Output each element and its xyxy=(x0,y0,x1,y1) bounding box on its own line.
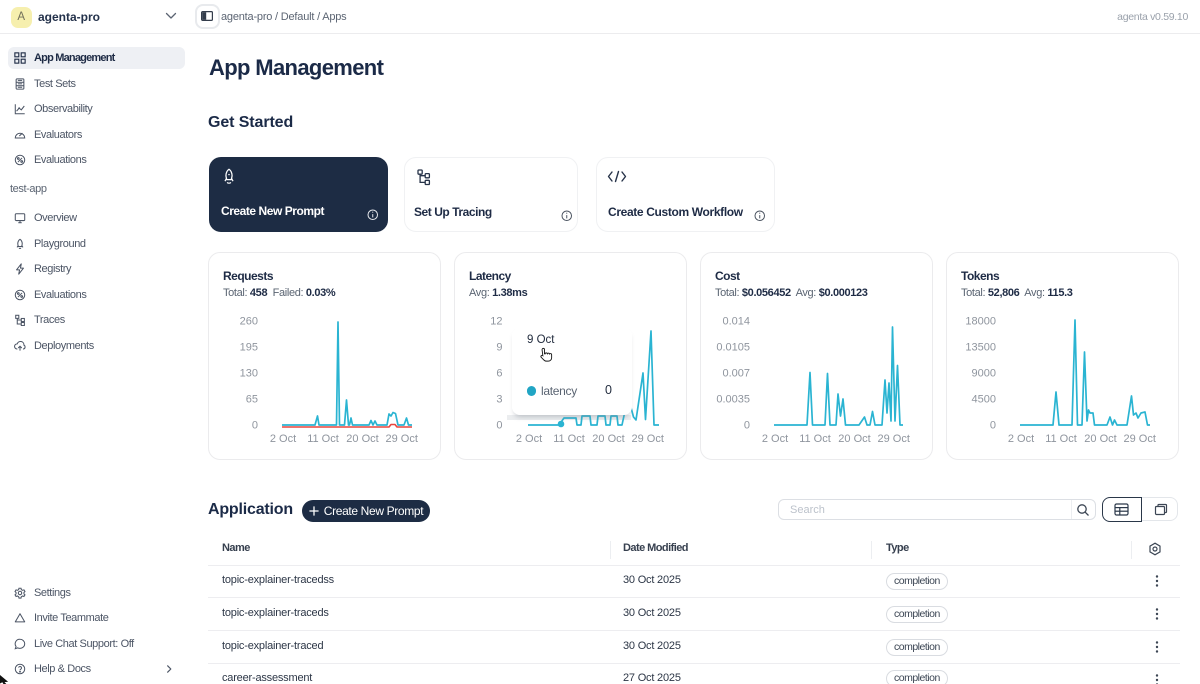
svg-text:2 Oct: 2 Oct xyxy=(516,433,542,445)
svg-text:130: 130 xyxy=(240,368,258,380)
svg-text:0.007: 0.007 xyxy=(722,368,750,380)
svg-text:6: 6 xyxy=(496,368,502,380)
svg-text:29 Oct: 29 Oct xyxy=(385,433,417,445)
svg-text:20 Oct: 20 Oct xyxy=(592,433,624,445)
svg-text:2 Oct: 2 Oct xyxy=(270,433,296,445)
svg-text:9: 9 xyxy=(496,342,502,354)
svg-text:29 Oct: 29 Oct xyxy=(1123,433,1155,445)
svg-text:195: 195 xyxy=(240,342,258,354)
svg-text:0.0105: 0.0105 xyxy=(716,342,750,354)
svg-text:0: 0 xyxy=(744,420,750,432)
svg-text:2 Oct: 2 Oct xyxy=(1008,433,1034,445)
svg-text:20 Oct: 20 Oct xyxy=(838,433,870,445)
svg-text:29 Oct: 29 Oct xyxy=(877,433,909,445)
svg-text:20 Oct: 20 Oct xyxy=(346,433,378,445)
svg-text:13500: 13500 xyxy=(965,342,996,354)
svg-text:0: 0 xyxy=(496,420,502,432)
svg-text:65: 65 xyxy=(246,394,258,406)
svg-text:2 Oct: 2 Oct xyxy=(762,433,788,445)
svg-text:12: 12 xyxy=(490,316,502,328)
svg-text:20 Oct: 20 Oct xyxy=(1084,433,1116,445)
svg-text:29 Oct: 29 Oct xyxy=(631,433,663,445)
svg-text:4500: 4500 xyxy=(972,394,996,406)
svg-text:11 Oct: 11 Oct xyxy=(307,433,339,445)
svg-text:0.0035: 0.0035 xyxy=(716,394,750,406)
svg-text:11 Oct: 11 Oct xyxy=(553,433,585,445)
svg-text:0: 0 xyxy=(990,420,996,432)
svg-text:260: 260 xyxy=(240,316,258,328)
svg-text:3: 3 xyxy=(496,394,502,406)
svg-text:0.014: 0.014 xyxy=(722,316,750,328)
svg-text:9000: 9000 xyxy=(972,368,996,380)
svg-text:0: 0 xyxy=(252,420,258,432)
svg-text:18000: 18000 xyxy=(965,316,996,328)
svg-text:11 Oct: 11 Oct xyxy=(1045,433,1077,445)
svg-text:11 Oct: 11 Oct xyxy=(799,433,831,445)
